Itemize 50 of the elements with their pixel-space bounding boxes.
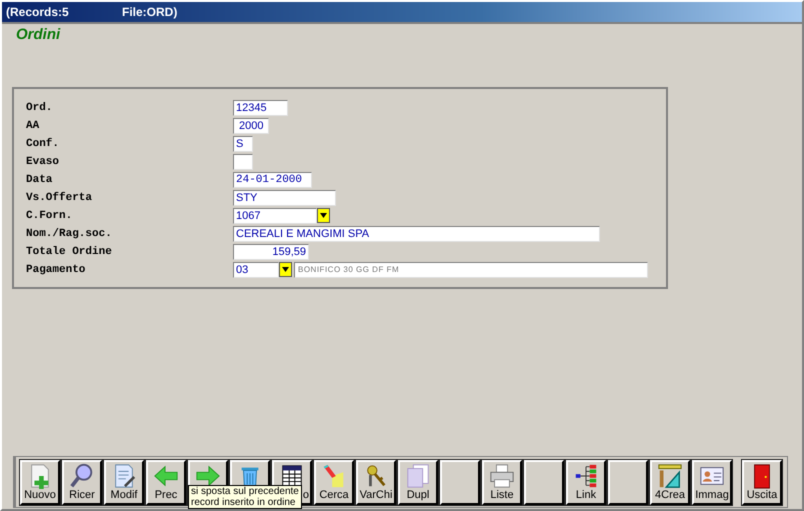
toolbar-button[interactable]: Modif <box>104 460 144 505</box>
toolbar-button[interactable]: Link <box>566 460 606 505</box>
ruler-triangle-icon <box>657 463 683 489</box>
input-field[interactable]: 2000 <box>233 118 269 134</box>
field-label: Ord. <box>26 102 54 114</box>
caret-icon <box>320 213 327 218</box>
field-label: AA <box>26 120 40 132</box>
input-field[interactable]: CEREALI E MANGIMI SPA <box>233 226 600 242</box>
dropdown-button[interactable] <box>279 262 292 277</box>
toolbar-button[interactable] <box>440 460 480 505</box>
field-label: C.Forn. <box>26 210 74 222</box>
input-field[interactable]: 159,59 <box>233 244 309 260</box>
form-title: Ordini <box>15 25 60 43</box>
toolbar-button[interactable]: Cerca <box>314 460 354 505</box>
window-title: File:ORD) <box>122 5 178 19</box>
toolbar-button[interactable]: Immag <box>692 460 732 505</box>
magnifier-icon <box>69 463 95 489</box>
input-field[interactable] <box>233 154 253 170</box>
input-field[interactable]: 12345 <box>233 100 288 116</box>
toolbar-button[interactable]: 4Crea <box>650 460 690 505</box>
description-field: BONIFICO 30 GG DF FM <box>294 262 648 278</box>
toolbar-button[interactable]: VarChi <box>356 460 396 505</box>
input-field[interactable]: STY <box>233 190 336 206</box>
toolbar-button[interactable] <box>608 460 648 505</box>
input-field[interactable]: S <box>233 136 253 152</box>
field-label: Pagamento <box>26 264 86 276</box>
left-arrow-icon <box>153 463 179 489</box>
caret-icon <box>282 267 289 272</box>
window-title: (Records:5 <box>6 5 70 19</box>
input-field[interactable]: 24-01-2000 <box>233 172 312 188</box>
input-field[interactable]: 1067 <box>233 208 317 224</box>
field-label: Conf. <box>26 138 60 150</box>
toolbar-button[interactable]: Prec <box>146 460 186 505</box>
dropdown-button[interactable] <box>317 208 330 223</box>
copy-pages-icon <box>405 463 431 489</box>
input-field[interactable]: 03 <box>233 262 279 278</box>
field-label: Evaso <box>26 156 60 168</box>
printer-icon <box>489 463 515 489</box>
field-label: Data <box>26 174 54 186</box>
field-label: Nom./Rag.soc. <box>26 228 113 240</box>
toolbar-button[interactable] <box>524 460 564 505</box>
toolbar-button[interactable]: Nuovo <box>20 460 60 505</box>
toolbar-button[interactable]: Liste <box>482 460 522 505</box>
field-label: Totale Ordine <box>26 246 113 258</box>
toolbar-button[interactable]: Ricer <box>62 460 102 505</box>
tooltip: si sposta sul precedente record inserito in ordine <box>188 485 302 509</box>
field-label: Vs.Offerta <box>26 192 94 204</box>
toolbar-button[interactable]: Uscita <box>742 460 782 505</box>
toolbar-button[interactable]: Dupl <box>398 460 438 505</box>
hierarchy-icon <box>573 463 599 489</box>
